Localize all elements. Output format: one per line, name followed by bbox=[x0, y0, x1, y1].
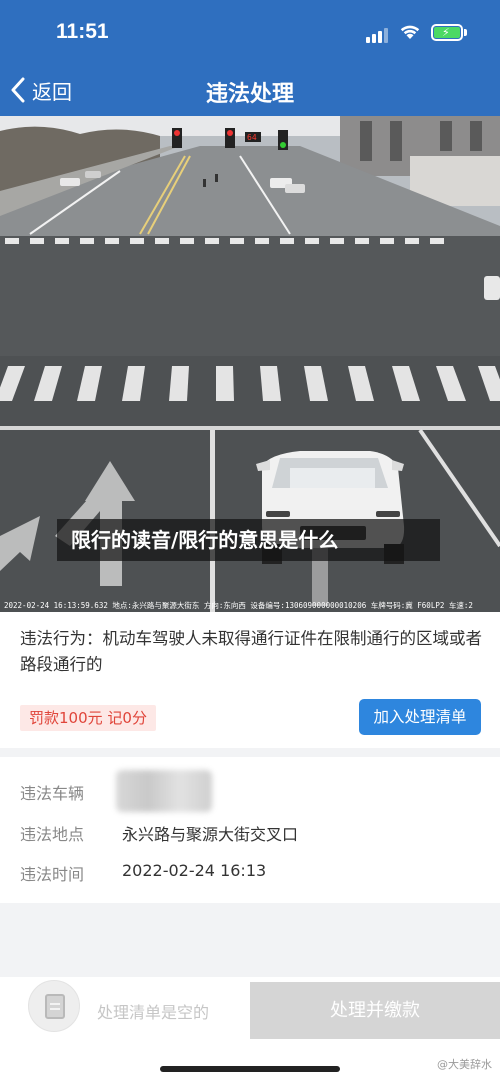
nav-bar: 返回 违法处理 bbox=[0, 64, 500, 116]
status-bar: 11:51 ⚡ bbox=[0, 0, 500, 64]
cellular-signal-icon bbox=[366, 24, 390, 43]
list-icon bbox=[45, 994, 65, 1019]
empty-list-text: 处理清单是空的 bbox=[97, 1003, 210, 1022]
violation-card: 违法行为：机动车驾驶人未取得通行证件在限制通行的区域或者路段通行的 罚款100元… bbox=[0, 612, 500, 748]
battery-icon: ⚡ bbox=[431, 24, 463, 41]
bottom-bar: 处理清单是空的 处理并缴款 @大美辞水 bbox=[0, 977, 500, 1082]
violation-description: 违法行为：机动车驾驶人未取得通行证件在限制通行的区域或者路段通行的 bbox=[20, 629, 482, 674]
photo-metadata: 2022-02-24 16:13:59.632 地点:永兴路与聚源大街东 方向:… bbox=[4, 601, 473, 610]
wifi-icon bbox=[400, 25, 420, 39]
signal-countdown: 64 bbox=[247, 133, 257, 142]
time-label: 违法时间 bbox=[20, 865, 85, 884]
home-indicator bbox=[160, 1066, 340, 1072]
time-value: 2022-02-24 16:13 bbox=[122, 861, 267, 880]
fine-badge: 罚款100元 记0分 bbox=[20, 705, 156, 731]
time-row: 违法时间 2022-02-24 16:13 bbox=[20, 861, 490, 885]
add-to-list-button[interactable]: 加入处理清单 bbox=[359, 699, 481, 735]
page-title: 违法处理 bbox=[205, 82, 294, 107]
location-row: 违法地点 永兴路与聚源大街交叉口 bbox=[20, 821, 490, 845]
blurred-plate bbox=[116, 770, 212, 812]
location-value: 永兴路与聚源大街交叉口 bbox=[122, 825, 299, 844]
vehicle-label: 违法车辆 bbox=[20, 784, 85, 803]
process-and-pay-button[interactable]: 处理并缴款 bbox=[250, 982, 500, 1039]
details-card: 违法车辆 违法地点 永兴路与聚源大街交叉口 违法时间 2022-02-24 16… bbox=[0, 757, 500, 903]
overlay-banner: 限行的读音/限行的意思是什么 bbox=[57, 519, 440, 561]
vehicle-row: 违法车辆 bbox=[20, 770, 490, 812]
list-button[interactable] bbox=[28, 980, 80, 1032]
watermark: @大美辞水 bbox=[437, 1058, 492, 1071]
location-label: 违法地点 bbox=[20, 825, 85, 844]
status-time: 11:51 bbox=[56, 20, 109, 43]
battery-tip bbox=[464, 29, 467, 36]
